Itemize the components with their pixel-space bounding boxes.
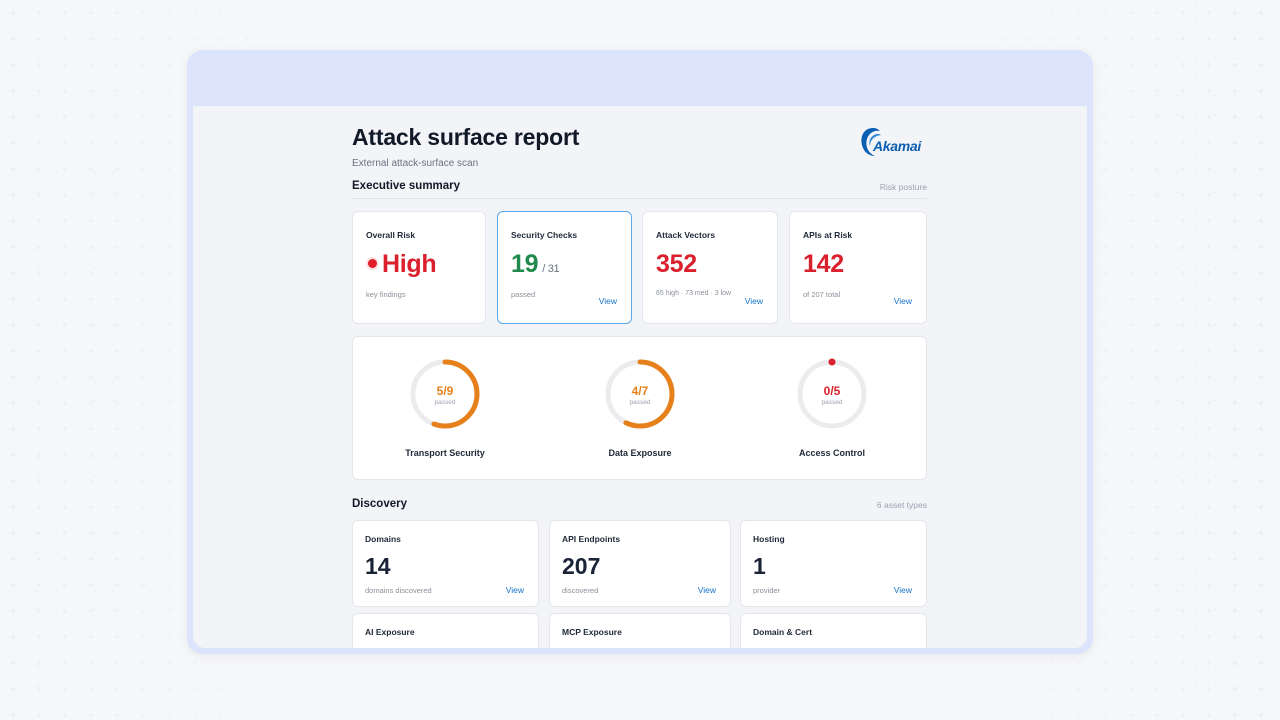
domains-card[interactable]: Domains 14 domains discovered View	[352, 520, 539, 607]
view-link[interactable]: View	[698, 585, 716, 595]
gauge-sublabel: passed	[434, 399, 456, 406]
card-label: Attack Vectors	[656, 230, 716, 240]
logo-text: Akamai	[873, 138, 922, 154]
gauge-data-exposure[interactable]: 4/7 passed Data Exposure	[565, 337, 715, 481]
discovery-header: Discovery 6 asset types	[352, 498, 927, 514]
gauge-value: 5/9	[436, 384, 454, 398]
view-link[interactable]: View	[599, 296, 617, 306]
card-value: 14	[365, 553, 391, 579]
card-value: 142	[803, 250, 844, 278]
card-label: APIs at Risk	[803, 230, 853, 240]
page-subtitle: External attack-surface scan	[352, 158, 479, 169]
ai-exposure-card[interactable]: AI Exposure	[352, 613, 539, 648]
gauge-label: Data Exposure	[608, 448, 672, 458]
card-label: Security Checks	[511, 230, 578, 240]
card-label: AI Exposure	[365, 627, 415, 637]
card-note: of 207 total	[803, 290, 841, 299]
card-value: 19/ 31	[511, 250, 560, 278]
mcp-exposure-card[interactable]: MCP Exposure	[549, 613, 731, 648]
attack-vectors-card[interactable]: Attack Vectors 352 65 high · 73 med · 3 …	[642, 211, 778, 324]
card-value: 1	[753, 553, 766, 579]
report-viewport[interactable]: Attack surface report External attack-su…	[193, 106, 1087, 648]
card-note: provider	[753, 586, 781, 595]
view-link[interactable]: View	[506, 585, 524, 595]
card-denominator: / 31	[542, 263, 560, 275]
gauge-access-control[interactable]: 0/5 passed Access Control	[757, 337, 907, 481]
risk-indicator-icon	[366, 256, 379, 270]
card-note: discovered	[562, 586, 599, 595]
card-note: 65 high · 73 med · 3 low	[656, 290, 732, 297]
card-label: Domains	[365, 534, 401, 544]
card-note: passed	[511, 290, 536, 299]
akamai-logo: Akamai	[859, 124, 929, 158]
gauge-label: Access Control	[798, 448, 866, 458]
gauge-value: 4/7	[631, 384, 649, 398]
gauge-transport-security[interactable]: 5/9 passed Transport Security	[370, 337, 520, 481]
gauge-sublabel: passed	[821, 399, 843, 406]
apis-at-risk-card[interactable]: APIs at Risk 142 of 207 total View	[789, 211, 927, 324]
section-meta: 6 asset types	[876, 500, 927, 510]
hosting-card[interactable]: Hosting 1 provider View	[740, 520, 927, 607]
card-value: 352	[656, 250, 697, 278]
domain-cert-card[interactable]: Domain & Cert	[740, 613, 927, 648]
card-note: domains discovered	[365, 586, 432, 595]
overall-risk-card: Overall Risk High key findings	[352, 211, 486, 324]
check-categories-card: 5/9 passed Transport Security 4/7 passed…	[352, 336, 927, 480]
card-label: Domain & Cert	[753, 627, 813, 637]
gauge-sublabel: passed	[629, 399, 651, 406]
card-label: Overall Risk	[366, 230, 416, 240]
browser-frame: Attack surface report External attack-su…	[187, 50, 1093, 654]
section-meta: Risk posture	[879, 182, 927, 192]
card-value: 207	[562, 553, 601, 579]
view-link[interactable]: View	[894, 585, 912, 595]
executive-summary-header: Executive summary Risk posture	[352, 180, 927, 196]
api-endpoints-card[interactable]: API Endpoints 207 discovered View	[549, 520, 731, 607]
view-link[interactable]: View	[894, 296, 912, 306]
view-link[interactable]: View	[745, 296, 763, 306]
card-label: MCP Exposure	[562, 627, 622, 637]
section-title: Executive summary	[352, 180, 461, 192]
card-label: API Endpoints	[562, 534, 621, 544]
gauge-value: 0/5	[823, 384, 841, 398]
card-label: Hosting	[753, 534, 785, 544]
security-checks-card[interactable]: Security Checks 19/ 31 passed View	[497, 211, 632, 324]
page-title: Attack surface report	[352, 124, 580, 150]
card-value: High	[366, 250, 437, 279]
divider	[352, 198, 927, 199]
section-title: Discovery	[352, 498, 407, 510]
card-note: key findings	[366, 290, 406, 299]
gauge-label: Transport Security	[405, 448, 485, 458]
